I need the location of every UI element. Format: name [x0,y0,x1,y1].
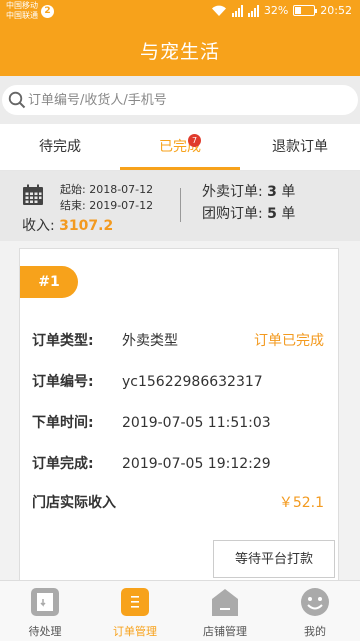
income-value: 3107.2 [59,218,114,234]
app-header: 与宠生活 [0,24,360,76]
start-label: 起始: [60,183,86,196]
order-type-value: 外卖类型 [122,333,178,349]
order-list-icon [121,588,149,616]
nav-label: 待处理 [28,625,62,638]
unit: 单 [281,206,296,222]
order-no-value: yc15622986632317 [122,374,263,390]
active-tab-underline [120,167,240,170]
order-no-row: 订单编号: yc15622986632317 [32,371,263,391]
nav-label: 我的 [304,625,326,638]
pending-orders-icon [31,588,59,616]
tab-refunds[interactable]: 退款订单 [240,124,360,170]
battery-icon [293,5,318,16]
wifi-icon [211,5,226,16]
search-bar [0,76,360,124]
order-done-value: 2019-07-05 19:12:29 [122,456,271,472]
store-income-value: ￥52.1 [278,495,324,511]
search-input[interactable] [28,90,328,110]
tab-label: 待完成 [39,139,81,155]
order-done-label: 订单完成: [32,456,94,472]
order-placed-row: 下单时间: 2019-07-05 11:51:03 [32,412,271,432]
end-date: 2019-07-12 [89,199,154,212]
signal-2-icon [247,4,259,17]
count-badge: 7 [188,134,201,147]
order-card[interactable]: #1 订单类型: 外卖类型 订单已完成 订单编号: yc15622986632317… [19,248,339,588]
await-payment-button[interactable]: 等待平台打款 [213,540,335,578]
calendar-icon[interactable] [22,184,44,206]
nav-label: 店铺管理 [203,625,247,638]
summary-panel: 起始: 2018-07-12 结束: 2019-07-12 收入: 3107.2… [0,171,360,241]
sim-badge: 2 [41,5,54,18]
order-index-tag: #1 [20,266,78,298]
carrier-2: 中国联通 [6,11,38,20]
date-range[interactable]: 起始: 2018-07-12 结束: 2019-07-12 [60,182,153,214]
nav-label: 订单管理 [113,625,157,638]
nav-orders[interactable]: 订单管理 [90,581,180,641]
tab-pending[interactable]: 待完成 [0,124,120,170]
profile-face-icon [301,588,329,616]
income-label: 收入: [22,218,55,234]
search-icon [8,91,26,109]
order-status: 订单已完成 [254,333,324,349]
battery-percent: 32% [263,4,289,17]
order-counts: 外卖订单: 3 单 团购订单: 5 单 [202,181,295,225]
bottom-nav: 待处理 订单管理 店铺管理 我的 [0,580,360,641]
carrier-1: 中国移动 [6,1,38,10]
order-no-label: 订单编号: [32,374,94,390]
start-date: 2018-07-12 [89,183,154,196]
page-title: 与宠生活 [139,41,220,63]
group-label: 团购订单: [202,206,263,222]
search-box[interactable] [2,85,358,115]
order-placed-value: 2019-07-05 11:51:03 [122,415,271,431]
unit: 单 [281,184,296,200]
signal-1-icon [231,4,243,17]
tab-label: 退款订单 [272,139,328,155]
store-income-label: 门店实际收入 [32,495,116,511]
store-icon [212,589,238,616]
order-type-row: 订单类型: 外卖类型 [32,330,178,350]
clock: 20:52 [320,4,352,17]
order-placed-label: 下单时间: [32,415,94,431]
income-summary: 收入: 3107.2 [22,215,113,235]
end-label: 结束: [60,199,86,212]
group-count: 5 [267,206,277,222]
status-bar: 中国移动 中国联通 2 32% 20:52 [0,0,360,24]
store-income-row: 门店实际收入 [32,492,116,512]
takeout-label: 外卖订单: [202,184,263,200]
divider [180,188,181,222]
nav-pending[interactable]: 待处理 [0,581,90,641]
order-tabs: 待完成 已完成 7 退款订单 [0,124,360,171]
takeout-count: 3 [267,184,277,200]
tab-completed[interactable]: 已完成 7 [120,124,240,170]
carrier-info: 中国移动 中国联通 [6,1,38,21]
nav-store[interactable]: 店铺管理 [180,581,270,641]
order-done-row: 订单完成: 2019-07-05 19:12:29 [32,453,271,473]
order-type-label: 订单类型: [32,333,94,349]
nav-profile[interactable]: 我的 [270,581,360,641]
